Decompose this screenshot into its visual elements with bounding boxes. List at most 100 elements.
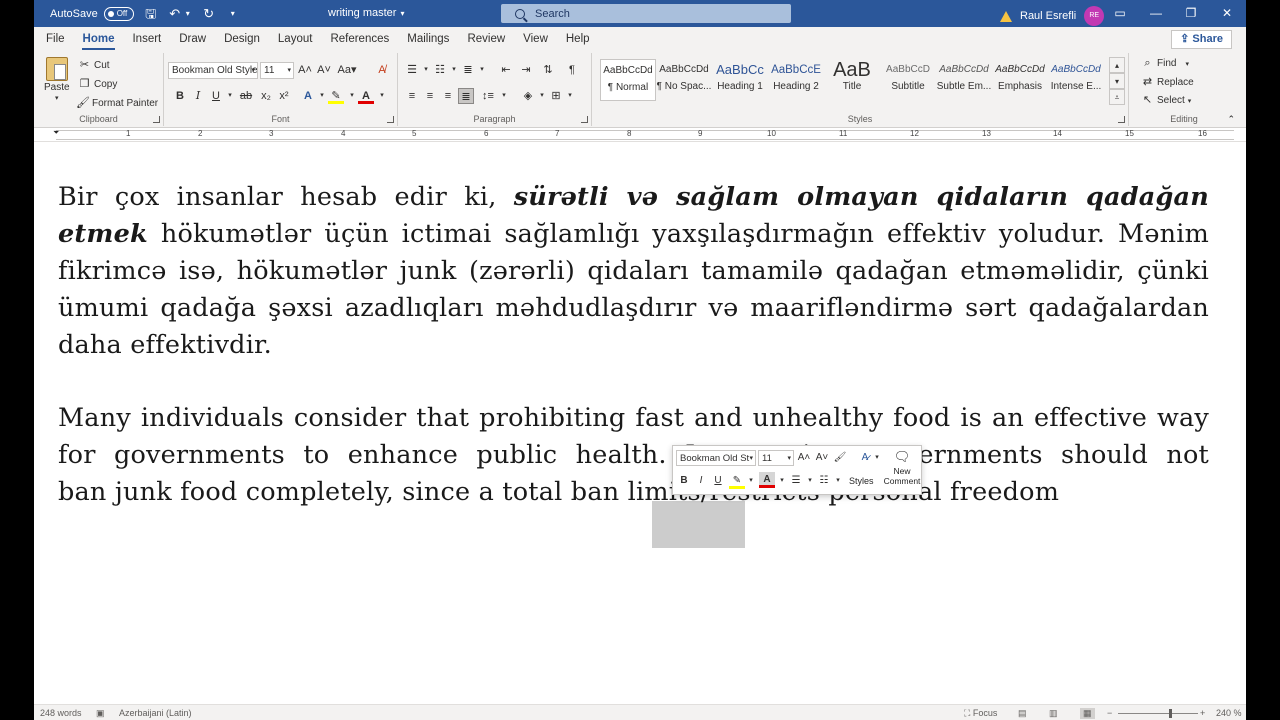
style-emphasis[interactable]: AaBbCcDd Emphasis <box>992 59 1048 101</box>
zoom-slider[interactable] <box>1118 713 1198 714</box>
style-subtitle[interactable]: AaBbCcD Subtitle <box>880 59 936 101</box>
style-no-spacing[interactable]: AaBbCcDd ¶ No Spac... <box>656 59 712 101</box>
horizontal-ruler[interactable]: ⏷ 1 2 3 4 5 6 7 8 9 10 11 12 13 14 15 16 <box>34 128 1246 142</box>
zoom-in-icon[interactable]: + <box>1200 708 1205 718</box>
paragraph-azerbaijani[interactable]: Bir çox insanlar hesab edir ki, sürətli … <box>58 179 1209 364</box>
bold-icon[interactable]: B <box>676 473 692 489</box>
chevron-down-icon[interactable]: ▾ <box>222 88 238 104</box>
grow-font-icon[interactable]: A˄ <box>796 450 812 466</box>
print-layout-icon[interactable]: ▥ <box>1049 708 1058 719</box>
collapse-ribbon-icon[interactable]: ⌃ <box>1227 114 1235 125</box>
tab-view[interactable]: View <box>514 27 557 51</box>
underline-icon[interactable]: U <box>710 473 726 489</box>
grow-font-icon[interactable]: A˄ <box>297 62 313 78</box>
format-painter-icon[interactable]: 🖌 <box>832 450 848 466</box>
select-button[interactable]: ↖ Select ▾ <box>1141 94 1191 107</box>
change-case-button[interactable]: Aa▾ <box>336 62 358 78</box>
pilcrow-icon[interactable]: ¶ <box>564 62 580 78</box>
style-heading-2[interactable]: AaBbCcE Heading 2 <box>768 59 824 101</box>
zoom-level[interactable]: 240 % <box>1216 708 1242 718</box>
sort-icon[interactable]: ⇅ <box>540 62 556 78</box>
clear-formatting-icon[interactable]: A̸ <box>374 62 390 78</box>
find-button[interactable]: ⌕ Find ▾ <box>1141 57 1189 70</box>
italic-icon[interactable]: I <box>190 88 206 104</box>
highlighter-icon[interactable]: ✎ <box>328 88 344 104</box>
read-mode-icon[interactable]: ▤ <box>1018 708 1027 719</box>
align-right-icon[interactable]: ≡ <box>440 88 456 104</box>
tab-insert[interactable]: Insert <box>123 27 170 51</box>
tab-references[interactable]: References <box>321 27 398 51</box>
indent-marker-icon[interactable]: ⏷ <box>53 128 59 138</box>
styles-more-icon[interactable]: ⩡ <box>1109 89 1125 105</box>
minimize-icon[interactable]: — <box>1149 6 1163 20</box>
focus-button[interactable]: ⛶ Focus <box>964 708 997 719</box>
mini-font-size-combo[interactable]: 11 ▾ <box>758 450 794 466</box>
language-indicator[interactable]: Azerbaijani (Latin) <box>119 708 192 718</box>
styles-label[interactable]: Styles <box>849 476 874 486</box>
zoom-out-icon[interactable]: − <box>1107 708 1112 718</box>
chevron-down-icon[interactable]: ▾ <box>562 88 578 104</box>
justify-icon[interactable]: ≣ <box>458 88 474 104</box>
copy-button[interactable]: ❐ Copy <box>78 78 118 91</box>
ribbon-display-options-icon[interactable]: ▭ <box>1113 6 1127 20</box>
chevron-down-icon[interactable]: ▾ <box>474 62 490 78</box>
new-comment-button[interactable]: 🗨 New Comment <box>883 448 921 486</box>
style-title[interactable]: AaB Title <box>824 59 880 101</box>
style-normal[interactable]: AaBbCcDd ¶ Normal <box>600 59 656 101</box>
close-icon[interactable]: ✕ <box>1220 6 1234 20</box>
bold-icon[interactable]: B <box>172 88 188 104</box>
share-button[interactable]: ⇪ Share <box>1171 30 1232 49</box>
redo-icon[interactable]: ↻ <box>202 6 216 21</box>
style-subtle-emphasis[interactable]: AaBbCcDd Subtle Em... <box>936 59 992 101</box>
mini-font-name-combo[interactable]: Bookman Old St ▾ <box>676 450 756 466</box>
font-launcher-icon[interactable] <box>387 116 394 123</box>
line-spacing-icon[interactable]: ↕≡ <box>480 88 496 104</box>
undo-icon[interactable]: ↶ <box>168 6 182 21</box>
strikethrough-icon[interactable]: ab <box>238 88 254 104</box>
styles-launcher-icon[interactable] <box>1118 116 1125 123</box>
search-box[interactable]: Search <box>501 4 791 23</box>
chevron-down-icon[interactable]: ▾ <box>743 473 759 489</box>
style-heading-1[interactable]: AaBbCc Heading 1 <box>712 59 768 101</box>
document-title[interactable]: writing master ▾ <box>328 7 404 19</box>
chevron-down-icon[interactable]: ▾ <box>496 88 512 104</box>
styles-scroll-up-icon[interactable]: ▴ <box>1109 57 1125 73</box>
customize-quick-access-icon[interactable]: ▾ <box>226 7 240 21</box>
autosave-toggle[interactable]: AutoSave Off <box>50 6 134 21</box>
paragraph-english[interactable]: Many individuals consider that prohibiti… <box>58 400 1209 511</box>
tab-layout[interactable]: Layout <box>269 27 322 51</box>
web-layout-icon[interactable]: ▦ <box>1080 708 1095 719</box>
chevron-down-icon[interactable]: ▾ <box>184 7 192 21</box>
paste-button[interactable]: Paste ▾ <box>44 57 70 102</box>
tab-file[interactable]: File <box>34 27 74 51</box>
proofing-icon[interactable]: ▣ <box>96 708 105 719</box>
cut-button[interactable]: ✂ Cut <box>78 59 110 72</box>
zoom-slider-thumb[interactable] <box>1169 709 1172 718</box>
restore-icon[interactable]: ❐ <box>1184 6 1198 20</box>
align-left-icon[interactable]: ≡ <box>404 88 420 104</box>
align-center-icon[interactable]: ≡ <box>422 88 438 104</box>
tab-home[interactable]: Home <box>74 27 124 51</box>
styles-scroll-down-icon[interactable]: ▾ <box>1109 73 1125 89</box>
font-size-combo[interactable]: 11 ▾ <box>260 62 294 79</box>
chevron-down-icon[interactable]: ▾ <box>830 473 846 489</box>
tab-design[interactable]: Design <box>215 27 269 51</box>
tab-review[interactable]: Review <box>458 27 514 51</box>
superscript-icon[interactable]: x² <box>276 88 292 104</box>
decrease-indent-icon[interactable]: ⇤ <box>498 62 514 78</box>
chevron-down-icon[interactable]: ▾ <box>374 88 390 104</box>
shrink-font-icon[interactable]: A˅ <box>316 62 332 78</box>
font-name-combo[interactable]: Bookman Old Style ▾ <box>168 62 258 79</box>
avatar[interactable]: RE <box>1084 6 1105 26</box>
shrink-font-icon[interactable]: A˅ <box>814 450 830 466</box>
replace-button[interactable]: ⇄ Replace <box>1141 76 1194 89</box>
word-count[interactable]: 248 words <box>40 708 82 718</box>
document-page[interactable]: Bir çox insanlar hesab edir ki, sürətli … <box>34 143 1246 704</box>
save-icon[interactable]: 🖫 <box>144 6 158 21</box>
paragraph-launcher-icon[interactable] <box>581 116 588 123</box>
font-color-icon[interactable]: A <box>358 88 374 104</box>
italic-icon[interactable]: I <box>693 473 709 489</box>
subscript-icon[interactable]: x₂ <box>258 88 274 104</box>
account-area[interactable]: Raul Esrefli RE <box>1000 6 1105 26</box>
increase-indent-icon[interactable]: ⇥ <box>518 62 534 78</box>
